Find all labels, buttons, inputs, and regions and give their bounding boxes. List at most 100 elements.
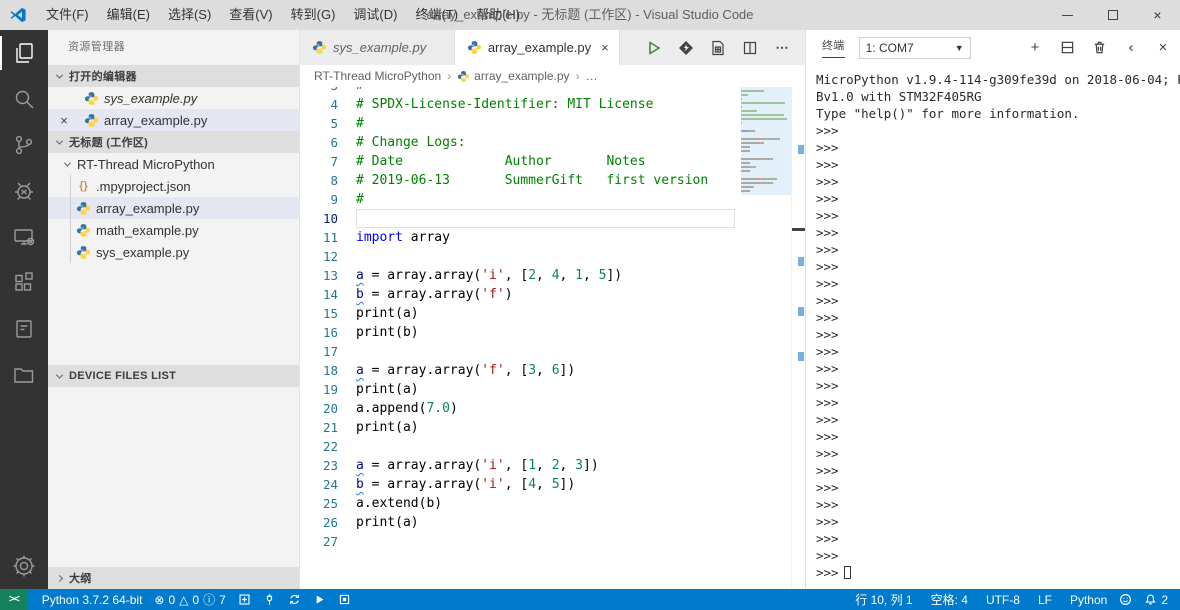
close-window-button[interactable]: × <box>1135 0 1180 30</box>
maximize-button[interactable] <box>1090 0 1135 30</box>
code-line-24[interactable]: 24 b = array.array('i', [4, 5]) <box>300 475 741 494</box>
code-line-14[interactable]: 14 b = array.array('f') <box>300 285 741 304</box>
terminal-prompt: >>> <box>816 378 839 393</box>
connect-device-button[interactable] <box>257 593 282 606</box>
explorer-sidebar: 资源管理器 打开的编辑器 sys_example.py × array_exampl… <box>48 30 300 589</box>
debug-icon[interactable] <box>0 168 48 214</box>
code-line-15[interactable]: 15 print(a) <box>300 304 741 323</box>
notifications-bell[interactable]: 2 <box>1138 593 1180 607</box>
workspace-header[interactable]: 无标题 (工作区) <box>48 131 299 153</box>
tree-file-sys_example.py[interactable]: sys_example.py <box>48 241 299 263</box>
stop-button[interactable] <box>332 593 357 606</box>
indentation[interactable]: 空格: 4 <box>925 591 974 608</box>
code-line-10[interactable]: 10 <box>300 209 741 228</box>
code-line-19[interactable]: 19 print(a) <box>300 380 741 399</box>
feedback-smiley-icon[interactable] <box>1113 593 1138 606</box>
breadcrumb-item[interactable]: RT-Thread MicroPython <box>314 69 441 83</box>
notes-view-icon[interactable] <box>0 306 48 352</box>
code-line-21[interactable]: 21 print(a) <box>300 418 741 437</box>
breadcrumb[interactable]: RT-Thread MicroPython › array_example.py ›… <box>300 65 805 87</box>
code-line-13[interactable]: 13 a = array.array('i', [2, 4, 1, 5]) <box>300 266 741 285</box>
extensions-icon[interactable] <box>0 260 48 306</box>
remote-device-icon[interactable] <box>0 214 48 260</box>
menu-终端[interactable]: 终端(T) <box>406 0 467 30</box>
tree-file-array_example.py[interactable]: array_example.py <box>48 197 299 219</box>
code-line-11[interactable]: 11 import array <box>300 228 741 247</box>
minimap[interactable] <box>741 87 791 589</box>
code-line-23[interactable]: 23 a = array.array('i', [1, 2, 3]) <box>300 456 741 475</box>
device-folder-icon[interactable] <box>0 352 48 398</box>
code-line-26[interactable]: 26 print(a) <box>300 513 741 532</box>
explorer-icon[interactable] <box>0 30 48 76</box>
open-memory-doc-button[interactable] <box>707 37 729 59</box>
run-file-button[interactable] <box>643 37 665 59</box>
code-line-22[interactable]: 22 <box>300 437 741 456</box>
language-mode[interactable]: Python <box>1064 593 1113 607</box>
menu-查看[interactable]: 查看(V) <box>220 0 281 30</box>
code-line-8[interactable]: 8 # 2019-06-13 SummerGift first version <box>300 171 741 190</box>
menu-调试[interactable]: 调试(D) <box>344 0 406 30</box>
kill-terminal-button[interactable] <box>1090 39 1108 57</box>
close-icon[interactable]: × <box>56 113 72 128</box>
terminal-output[interactable]: MicroPython v1.9.4-114-g309fe39d on 2018… <box>806 65 1180 589</box>
breadcrumb-item[interactable]: array_example.py <box>457 69 570 83</box>
rt-thread-run-button[interactable] <box>675 37 697 59</box>
device-files-header[interactable]: DEVICE FILES LIST <box>48 365 299 387</box>
code-line-16[interactable]: 16 print(b) <box>300 323 741 342</box>
code-line-20[interactable]: 20 a.append(7.0) <box>300 399 741 418</box>
code-line-5[interactable]: 5 # <box>300 114 741 133</box>
eol-sequence[interactable]: LF <box>1032 593 1058 607</box>
line-number: 25 <box>322 496 338 511</box>
split-editor-button[interactable] <box>739 37 761 59</box>
remote-indicator[interactable]: >< <box>0 589 28 610</box>
terminal-tab[interactable]: 终端 <box>822 37 845 58</box>
terminal-banner-line: MicroPython v1.9.4-114-g309fe39d on 2018… <box>816 72 1180 87</box>
tree-file-.mpyproject.json[interactable]: {} .mpyproject.json <box>48 175 299 197</box>
close-panel-button[interactable]: × <box>1154 39 1172 57</box>
code-line-4[interactable]: 4 # SPDX-License-Identifier: MIT License <box>300 95 741 114</box>
code-line-7[interactable]: 7 # Date Author Notes <box>300 152 741 171</box>
menu-编辑[interactable]: 编辑(E) <box>98 0 159 30</box>
code-line-27[interactable]: 27 <box>300 532 741 551</box>
run-button[interactable] <box>307 593 332 606</box>
python-file-icon <box>457 70 470 82</box>
terminal-selector-dropdown[interactable]: 1: COM7 ▼ <box>858 36 971 59</box>
download-to-device-button[interactable] <box>232 593 257 606</box>
code-line-17[interactable]: 17 <box>300 342 741 361</box>
code-line-6[interactable]: 6 # Change Logs: <box>300 133 741 152</box>
problems-indicator[interactable]: ⊗ 0 △ 0 ⓘ 7 <box>148 591 231 608</box>
menu-文件[interactable]: 文件(F) <box>37 0 98 30</box>
settings-gear-icon[interactable] <box>0 543 48 589</box>
code-editor[interactable]: 3#4# SPDX-License-Identifier: MIT Licens… <box>300 87 805 589</box>
open-editor-array_example.py[interactable]: × array_example.py <box>48 109 299 131</box>
new-terminal-button[interactable]: + <box>1026 39 1044 57</box>
tab-array_example.py[interactable]: array_example.py × <box>454 30 620 65</box>
close-tab-icon[interactable]: × <box>601 40 609 55</box>
code-line-25[interactable]: 25 a.extend(b) <box>300 494 741 513</box>
open-editors-header[interactable]: 打开的编辑器 <box>48 65 299 87</box>
menu-转到[interactable]: 转到(G) <box>282 0 345 30</box>
code-line-18[interactable]: 18 a = array.array('f', [3, 6]) <box>300 361 741 380</box>
menu-帮助[interactable]: 帮助(H) <box>467 0 529 30</box>
python-interpreter[interactable]: Python 3.7.2 64-bit <box>36 593 149 607</box>
open-editor-sys_example.py[interactable]: sys_example.py <box>48 87 299 109</box>
outline-header[interactable]: 大纲 <box>48 567 299 589</box>
menu-选择[interactable]: 选择(S) <box>159 0 220 30</box>
code-line-9[interactable]: 9 # <box>300 190 741 209</box>
cursor-position[interactable]: 行 10, 列 1 <box>849 591 918 608</box>
sync-button[interactable] <box>282 593 307 606</box>
split-terminal-button[interactable] <box>1058 39 1076 57</box>
tree-file-math_example.py[interactable]: math_example.py <box>48 219 299 241</box>
source-control-icon[interactable] <box>0 122 48 168</box>
breadcrumb-item[interactable]: … <box>586 69 598 83</box>
tab-sys_example.py[interactable]: sys_example.py× <box>300 30 455 65</box>
code-line-12[interactable]: 12 <box>300 247 741 266</box>
more-actions-button[interactable]: ⋯ <box>771 37 793 59</box>
search-icon[interactable] <box>0 76 48 122</box>
encoding[interactable]: UTF-8 <box>980 593 1026 607</box>
code-line-3[interactable]: 3# <box>300 87 741 95</box>
terminal-cursor <box>843 566 851 579</box>
collapse-panel-button[interactable]: ‹ <box>1122 39 1140 57</box>
minimize-button[interactable] <box>1045 0 1090 30</box>
tree-folder-rt-thread[interactable]: RT-Thread MicroPython <box>48 153 299 175</box>
